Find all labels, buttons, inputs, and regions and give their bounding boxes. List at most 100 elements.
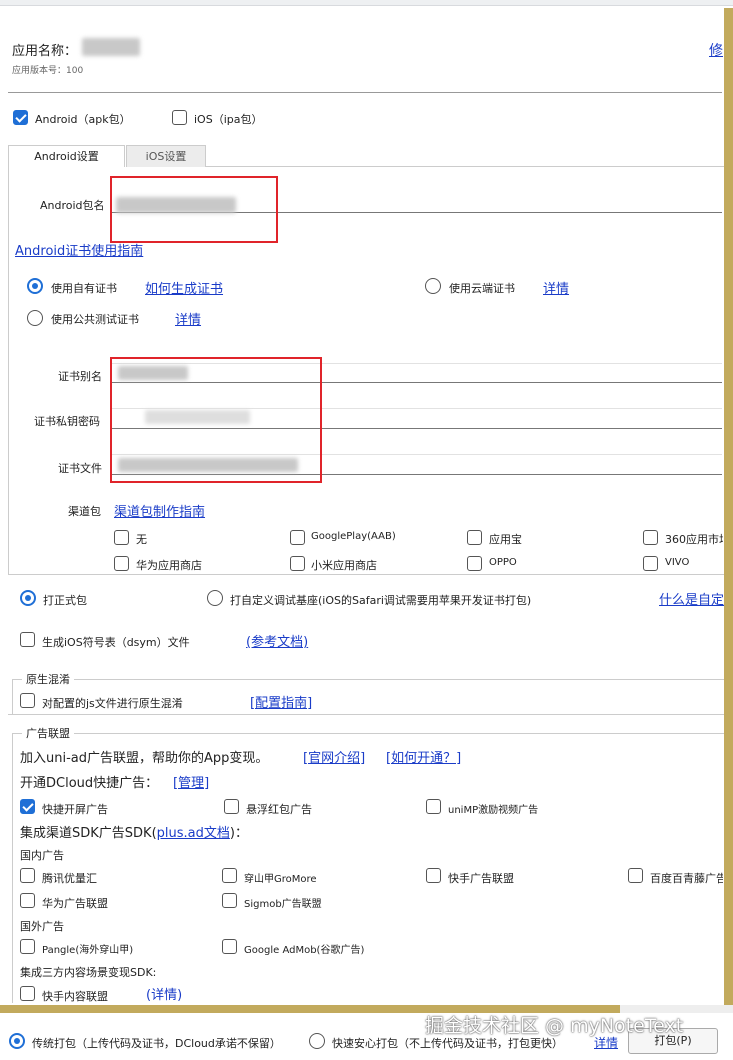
traditional-pack-radio[interactable] xyxy=(9,1033,25,1049)
channel-label: 渠道包 xyxy=(68,505,101,518)
highlight-box-cert xyxy=(110,357,322,483)
edit-link[interactable]: 修 xyxy=(709,40,723,60)
highlight-box-package xyxy=(110,176,278,243)
manage-link[interactable]: [管理] xyxy=(173,772,209,791)
float-ad-label: 悬浮红包广告 xyxy=(246,803,312,816)
js-obfuscate-checkbox[interactable] xyxy=(20,693,35,708)
js-obfuscate-label: 对配置的js文件进行原生混淆 xyxy=(42,697,183,710)
file-label: 证书文件 xyxy=(58,462,102,475)
domestic-ad-checkbox[interactable] xyxy=(20,868,35,883)
sdk-text-label: 集成渠道SDK广告SDK( xyxy=(20,826,157,841)
float-ad-checkbox[interactable] xyxy=(224,799,239,814)
app-name-value-blurred xyxy=(82,38,140,56)
quick-ad-label: 开通DCloud快捷广告： xyxy=(20,776,159,791)
config-guide-link[interactable]: [配置指南] xyxy=(250,692,312,711)
channel-label-none: 无 xyxy=(136,533,147,546)
custom-base-radio[interactable] xyxy=(207,590,223,606)
tab-ios[interactable]: iOS设置 xyxy=(126,145,206,167)
channel-vivo-checkbox[interactable] xyxy=(643,556,658,571)
release-label: 打正式包 xyxy=(43,594,87,607)
public-cert-radio[interactable] xyxy=(27,310,43,326)
alias-label: 证书别名 xyxy=(58,370,102,383)
cloud-details-link[interactable]: 详情 xyxy=(543,278,569,297)
android-label: Android（apk包） xyxy=(35,113,131,126)
own-cert-radio[interactable] xyxy=(27,278,43,294)
kuaishou-content-label: 快手内容联盟 xyxy=(42,990,108,1003)
obfuscation-title: 原生混淆 xyxy=(22,671,74,687)
domestic-ad-label: Sigmob广告联盟 xyxy=(244,899,322,910)
overseas-ad-checkbox[interactable] xyxy=(20,939,35,954)
sdk-doc-link[interactable]: plus.ad文档 xyxy=(157,826,230,841)
channel-yingyongbao-checkbox[interactable] xyxy=(467,530,482,545)
kuaishou-content-checkbox[interactable] xyxy=(20,986,35,1001)
channel-guide-link[interactable]: 渠道包制作指南 xyxy=(114,501,205,520)
traditional-pack-label: 传统打包（上传代码及证书，DCloud承诺不保留） xyxy=(32,1037,281,1050)
watermark: 掘金技术社区 @ myNoteText xyxy=(425,1015,684,1037)
public-details-link[interactable]: 详情 xyxy=(175,309,201,328)
app-name-label: 应用名称： xyxy=(12,44,78,59)
password-label: 证书私钥密码 xyxy=(34,415,100,428)
domestic-ad-checkbox[interactable] xyxy=(426,868,441,883)
what-custom-link[interactable]: 什么是自定 xyxy=(659,589,724,608)
domestic-ad-label: 穿山甲GroMore xyxy=(244,874,317,885)
package-label: Android包名 xyxy=(40,199,105,212)
channel-label-360: 360应用市场 xyxy=(665,533,723,546)
channel-label-vivo: VIVO xyxy=(665,557,690,568)
channel-oppo-checkbox[interactable] xyxy=(467,556,482,571)
custom-base-label: 打自定义调试基座(iOS的Safari调试需要用苹果开发证书打包) xyxy=(230,594,532,607)
channel-huawei-checkbox[interactable] xyxy=(114,556,129,571)
cloud-cert-radio[interactable] xyxy=(425,278,441,294)
app-version: 应用版本号：100 xyxy=(12,66,84,76)
how-gen-link[interactable]: 如何生成证书 xyxy=(145,278,223,297)
dsym-label: 生成iOS符号表（dsym）文件 xyxy=(42,636,190,649)
window-top-edge xyxy=(0,0,733,6)
domestic-ad-label: 百度百青藤广告 xyxy=(650,872,723,885)
overseas-ad-label: Pangle(海外穿山甲) xyxy=(42,945,134,956)
ads-join-text: 加入uni-ad广告联盟，帮助你的App变现。 xyxy=(20,751,269,766)
channel-none-checkbox[interactable] xyxy=(114,530,129,545)
overseas-ad-label: Google AdMob(谷歌广告) xyxy=(244,945,365,956)
overseas-ad-checkbox[interactable] xyxy=(222,939,237,954)
ios-checkbox[interactable] xyxy=(172,110,187,125)
channel-label-huawei: 华为应用商店 xyxy=(136,559,202,572)
dsym-checkbox[interactable] xyxy=(20,632,35,647)
channel-label-xiaomi: 小米应用商店 xyxy=(311,559,377,572)
channel-label-googleplay: GooglePlay(AAB) xyxy=(311,531,396,542)
kuaishou-details-link[interactable]: (详情) xyxy=(146,984,182,1003)
tab-android[interactable]: Android设置 xyxy=(8,145,125,167)
own-cert-label: 使用自有证书 xyxy=(51,282,117,295)
fast-pack-radio[interactable] xyxy=(309,1033,325,1049)
video-ad-checkbox[interactable] xyxy=(426,799,441,814)
channel-xiaomi-checkbox[interactable] xyxy=(290,556,305,571)
ios-label: iOS（ipa包） xyxy=(194,113,263,126)
scrollbar-thumb[interactable] xyxy=(724,8,733,1008)
android-checkbox[interactable] xyxy=(13,110,28,125)
official-intro-link[interactable]: [官网介绍] xyxy=(303,747,365,766)
third-party-title: 集成三方内容场景变现SDK: xyxy=(20,966,157,979)
splash-ad-label: 快捷开屏广告 xyxy=(42,803,108,816)
domestic-ad-label: 快手广告联盟 xyxy=(448,872,514,885)
domestic-title: 国内广告 xyxy=(20,849,64,862)
overseas-title: 国外广告 xyxy=(20,920,64,933)
channel-label-oppo: OPPO xyxy=(489,557,517,568)
channel-googleplay-checkbox[interactable] xyxy=(290,530,305,545)
public-cert-label: 使用公共测试证书 xyxy=(51,313,139,326)
how-open-link[interactable]: [如何开通？] xyxy=(386,747,461,766)
sdk-text-tail: )： xyxy=(229,826,248,841)
domestic-ad-label: 华为广告联盟 xyxy=(42,897,108,910)
domestic-ad-checkbox[interactable] xyxy=(222,868,237,883)
splash-ad-checkbox[interactable] xyxy=(20,799,35,814)
cert-guide-link[interactable]: Android证书使用指南 xyxy=(15,240,143,259)
domestic-ad-checkbox[interactable] xyxy=(222,893,237,908)
release-radio[interactable] xyxy=(20,590,36,606)
ads-title: 广告联盟 xyxy=(22,725,74,741)
channel-360-checkbox[interactable] xyxy=(643,530,658,545)
sdk-text: 集成渠道SDK广告SDK(plus.ad文档)： xyxy=(20,822,248,841)
video-ad-label: uniMP激励视频广告 xyxy=(448,805,539,816)
domestic-ad-checkbox[interactable] xyxy=(20,893,35,908)
ref-doc-link[interactable]: (参考文档) xyxy=(246,631,308,650)
cloud-cert-label: 使用云端证书 xyxy=(449,282,515,295)
channel-label-yingyongbao: 应用宝 xyxy=(489,533,522,546)
domestic-ad-checkbox[interactable] xyxy=(628,868,643,883)
domestic-ad-label: 腾讯优量汇 xyxy=(42,872,97,885)
